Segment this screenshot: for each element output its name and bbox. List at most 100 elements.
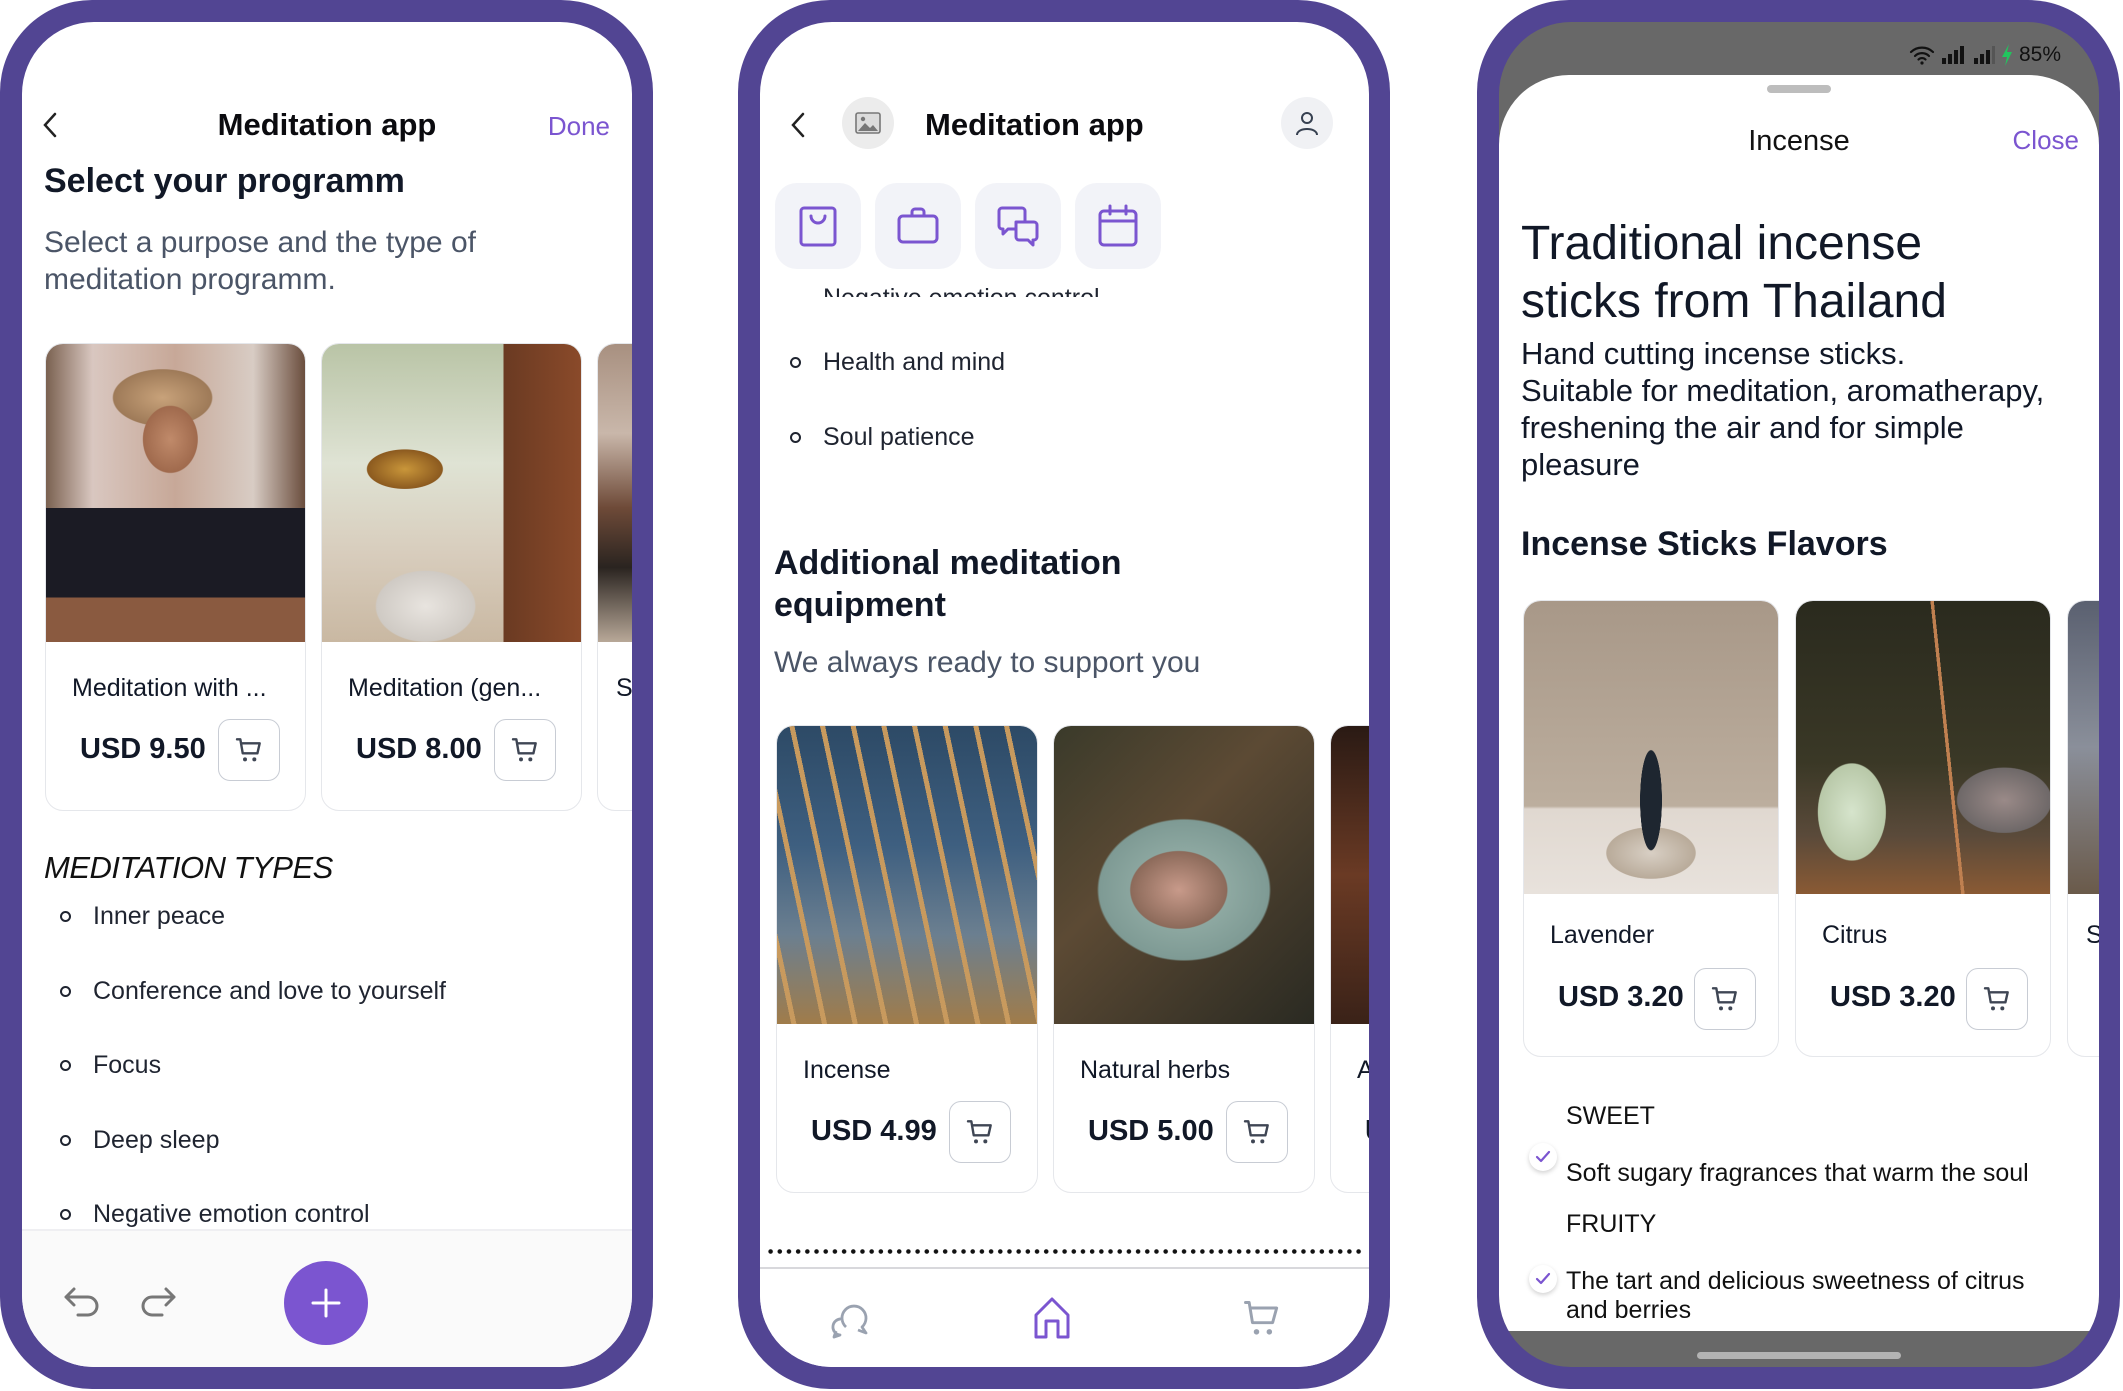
list-item-label: Soul patience [823,423,975,451]
sweet-checkbox[interactable] [1529,1143,1557,1171]
section-subtitle: We always ready to support you [774,646,1201,679]
bottom-sheet: Incense Close Traditional incense sticks… [1499,75,2099,1331]
meditation-types-heading: MEDITATION TYPES [44,850,333,885]
flavor-price: USD 3.20 [1558,981,1684,1013]
section-heading: Additional meditation equipment [774,544,1122,624]
option-title: FRUITY [1566,1210,1657,1238]
equipment-card[interactable]: Incense USD 4.99 [776,725,1038,1193]
quick-action-calendar[interactable] [1075,183,1161,269]
add-to-cart-button[interactable] [949,1101,1011,1163]
program-card[interactable]: Meditation (gen... USD 8.00 [321,343,582,811]
program-image [46,344,305,642]
cart-icon [1711,987,1737,1011]
option-description: The tart and delicious sweetness of citr… [1566,1267,2025,1324]
flavor-card[interactable]: Citrus USD 3.20 [1795,600,2051,1057]
nav-title: Meditation app [925,107,1144,142]
list-item-label: Deep sleep [93,1126,220,1154]
close-button[interactable]: Close [2013,125,2079,156]
program-price: USD 8.00 [356,733,482,765]
program-name: Meditation (gen... [348,674,542,702]
add-to-cart-button[interactable] [1226,1101,1288,1163]
description-line: pleasure [1521,447,1640,482]
cart-icon [511,738,537,762]
list-item: Focus [60,1051,161,1080]
flavor-price: USD 3.20 [1830,981,1956,1013]
list-item: Health and mind [790,348,1005,377]
status-bar: 85% [1909,40,2061,70]
flavor-image [2068,601,2099,894]
cart-icon [1243,1120,1269,1144]
dotted-divider [766,1249,1363,1254]
plus-icon [311,1288,341,1318]
flavor-name: S [2086,921,2099,950]
list-item-cut-off: Negative emotion control [823,284,1100,312]
description-line: freshening the air and for simple [1521,410,1964,445]
description-line: Hand cutting incense sticks. [1521,336,1906,371]
undo-icon[interactable] [62,1283,102,1319]
program-price: USD 9.50 [80,733,206,765]
redo-icon[interactable] [138,1283,178,1319]
wifi-icon [1909,46,1935,65]
home-icon[interactable] [1030,1295,1074,1341]
equipment-name: Natural herbs [1080,1056,1231,1084]
program-card-partial[interactable]: S [597,343,632,811]
phone-frame-1: Meditation app Done Select your programm… [0,0,653,1389]
equipment-image [1054,726,1314,1024]
chevron-left-icon[interactable] [788,110,810,140]
phone-frame-2: Meditation app Negative emotion control … [738,0,1390,1389]
meditation-home-screen: Meditation app Negative emotion control … [760,22,1369,1367]
flavor-name: Citrus [1822,921,1888,949]
program-image [322,344,581,642]
calendar-icon [1098,204,1138,247]
list-item: Conference and love to yourself [60,977,446,1006]
equipment-name: Incense [803,1056,891,1084]
quick-action-shopping[interactable] [775,183,861,269]
cart-icon [966,1120,992,1144]
signal-icon [1941,46,1964,64]
page-subtitle: Select a purpose and the type of meditat… [44,226,476,296]
list-item-label: Inner peace [93,902,226,930]
equipment-price: USD 4.99 [811,1115,937,1147]
program-card[interactable]: Meditation with ... USD 9.50 [45,343,306,811]
flavor-card-partial[interactable]: S [2067,600,2099,1057]
cart-icon[interactable] [1240,1297,1284,1341]
quick-action-chat[interactable] [975,183,1061,269]
equipment-card-partial[interactable]: A U [1330,725,1369,1193]
list-item: Inner peace [60,902,225,931]
flavor-name: Lavender [1550,921,1655,949]
signal-icon [1973,46,1995,64]
incense-detail-screen: 85% Incense Close Traditional incense st… [1499,22,2099,1367]
add-to-cart-button[interactable] [1966,968,2028,1030]
briefcase-icon [897,207,939,244]
shopping-bag-icon [799,206,837,247]
done-button[interactable]: Done [548,111,610,142]
add-to-cart-button[interactable] [1694,968,1756,1030]
equipment-image [1331,726,1369,1024]
description-line: Suitable for meditation, aromatherapy, [1521,373,2045,408]
flavor-card[interactable]: Lavender USD 3.20 [1523,600,1779,1057]
charging-icon [2001,44,2012,66]
battery-level: 85% [2018,43,2061,66]
nav-title: Meditation app [217,107,437,142]
sheet-title: Incense [1748,125,1850,157]
list-item: Soul patience [790,423,975,452]
chat-icon[interactable] [828,1297,872,1341]
program-image [598,344,632,642]
quick-action-work[interactable] [875,183,961,269]
add-to-cart-button[interactable] [494,719,556,781]
add-button[interactable] [284,1261,368,1345]
sheet-drag-handle[interactable] [1767,85,1831,93]
cart-icon [235,738,261,762]
list-item-label: Negative emotion control [93,1200,370,1228]
equipment-price: U [1365,1115,1369,1148]
image-avatar[interactable] [842,97,894,149]
add-to-cart-button[interactable] [218,719,280,781]
product-description: Hand cutting incense sticks. Suitable fo… [1521,335,2044,483]
fruity-checkbox[interactable] [1529,1265,1557,1293]
flavors-heading: Incense Sticks Flavors [1521,525,1888,563]
equipment-card[interactable]: Natural herbs USD 5.00 [1053,725,1315,1193]
equipment-price: USD 5.00 [1088,1115,1214,1147]
option-title: SWEET [1566,1102,1655,1130]
bottom-toolbar [22,1229,632,1367]
profile-button[interactable] [1281,97,1333,149]
